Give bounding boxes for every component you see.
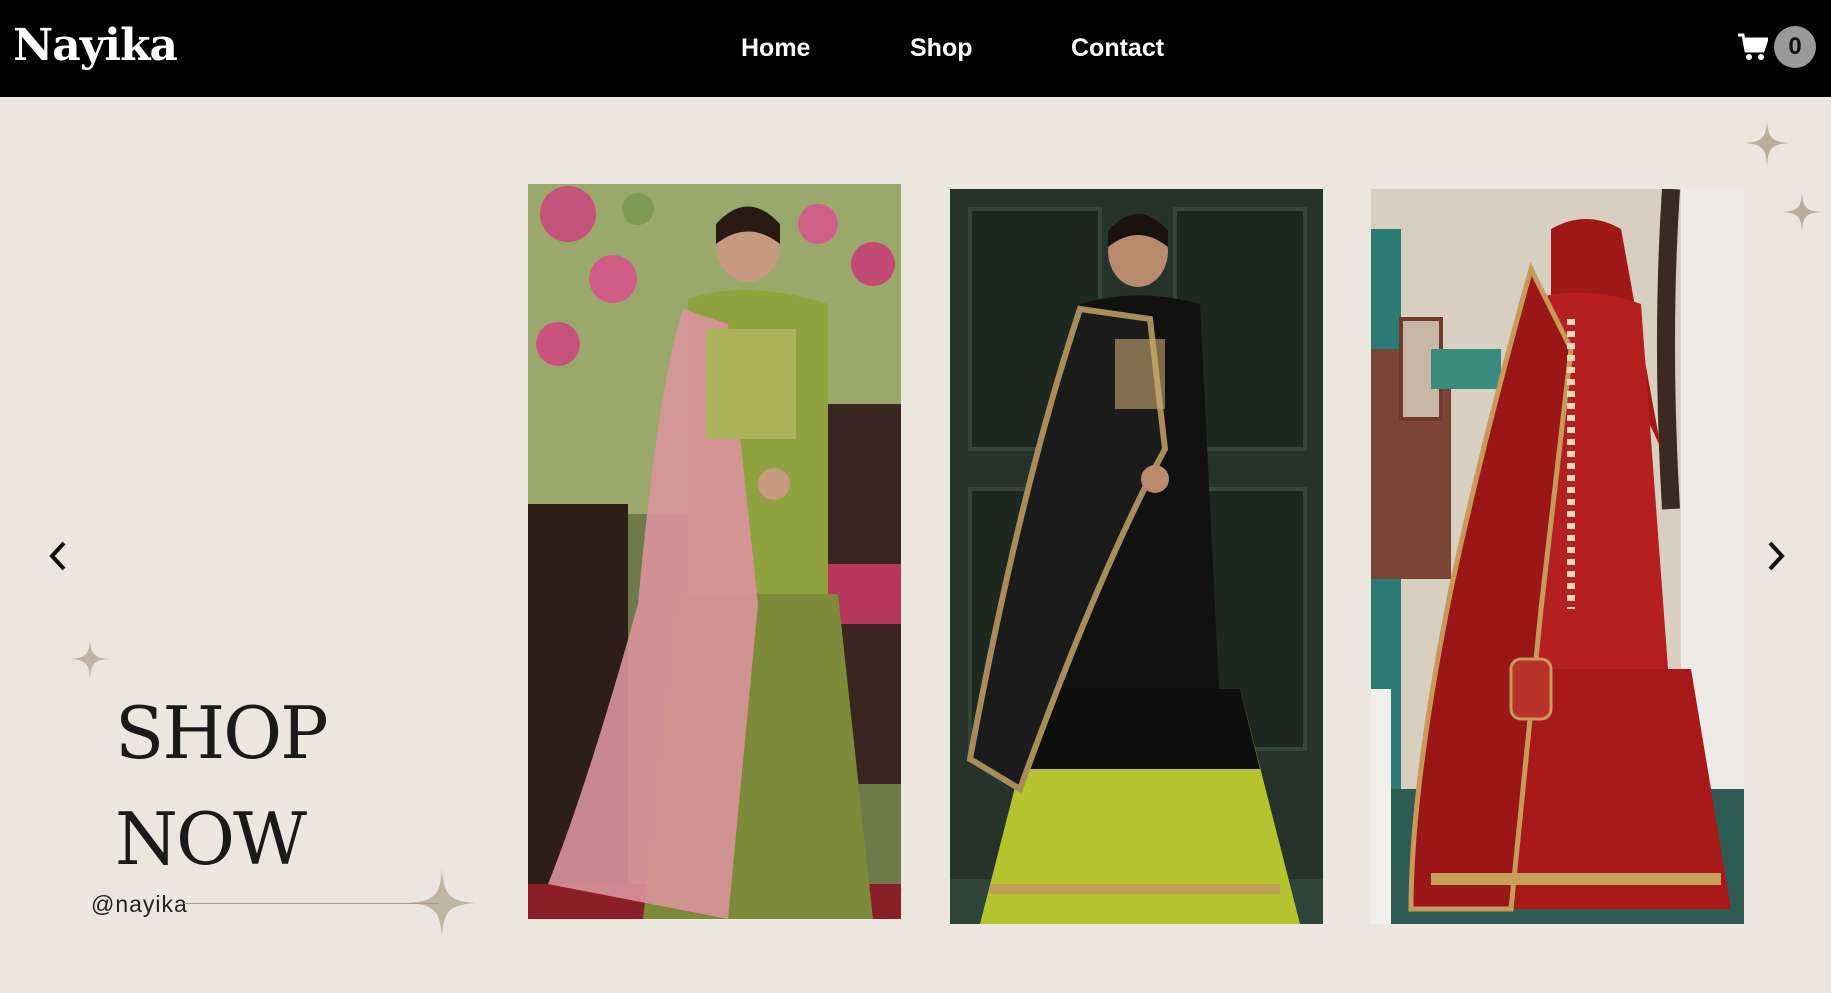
chevron-left-icon (49, 541, 66, 571)
navbar: Nayika Home Shop Contact 0 (0, 0, 1831, 97)
decorative-divider (184, 903, 439, 904)
sparkle-icon (70, 639, 110, 679)
product-card[interactable] (950, 189, 1323, 924)
nav-link-shop[interactable]: Shop (910, 34, 973, 63)
carousel-next-button[interactable] (1758, 538, 1794, 574)
carousel-prev-button[interactable] (40, 538, 76, 574)
cart-icon (1738, 33, 1768, 60)
hero-headline-line2: NOW (115, 797, 307, 881)
sparkle-icon (1744, 120, 1790, 166)
nav-link-contact[interactable]: Contact (1071, 34, 1164, 63)
hero-headline: SHOP NOW (115, 680, 329, 892)
product-image (950, 189, 1323, 924)
chevron-right-icon (1768, 541, 1785, 571)
social-handle[interactable]: @nayika (91, 891, 188, 918)
cart-button[interactable]: 0 (1738, 26, 1816, 70)
sparkle-icon (1782, 192, 1822, 232)
product-card[interactable] (528, 184, 901, 919)
product-image (1371, 189, 1744, 924)
cart-count-badge: 0 (1774, 26, 1816, 68)
nav-link-home[interactable]: Home (741, 34, 810, 63)
product-image (528, 184, 901, 919)
brand-logo[interactable]: Nayika (13, 20, 178, 71)
product-card[interactable] (1371, 189, 1744, 924)
hero-headline-line1: SHOP (115, 691, 329, 775)
